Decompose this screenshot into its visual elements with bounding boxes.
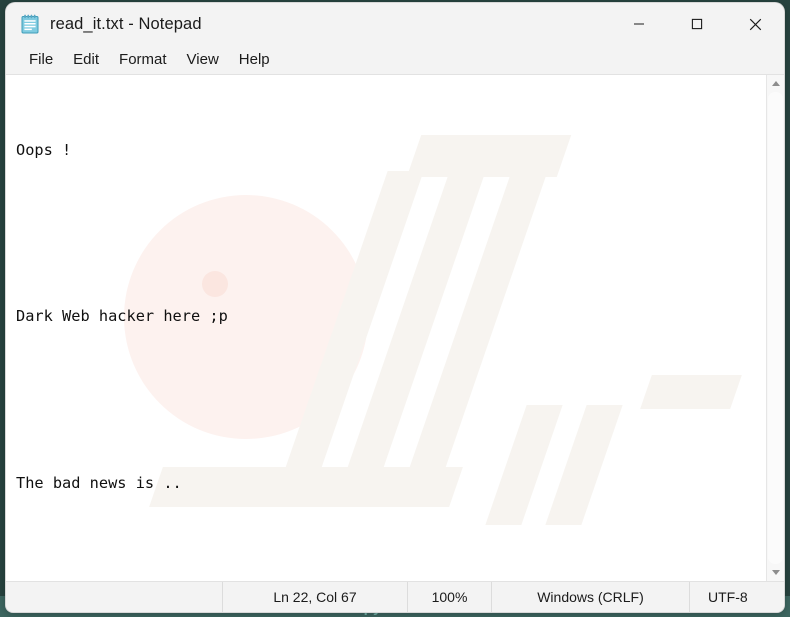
text-line: Dark Web hacker here ;p <box>16 307 228 326</box>
scroll-up-button[interactable] <box>767 75 784 92</box>
notepad-icon <box>21 14 39 34</box>
scroll-down-button[interactable] <box>767 564 784 581</box>
window-title: read_it.txt - Notepad <box>50 14 202 33</box>
window-controls <box>610 3 784 45</box>
text-line <box>16 387 766 415</box>
menu-item-format[interactable]: Format <box>109 48 177 71</box>
maximize-icon <box>691 18 703 30</box>
text-editor[interactable]: Oops ! Dark Web hacker here ;p The bad n… <box>6 75 766 581</box>
status-encoding[interactable]: UTF-8 <box>689 582 784 612</box>
text-line: The bad news is .. <box>16 474 182 493</box>
menu-item-view[interactable]: View <box>177 48 229 71</box>
menu-bar: File Edit Format View Help <box>6 45 784 74</box>
title-bar[interactable]: read_it.txt - Notepad <box>6 3 784 45</box>
maximize-button[interactable] <box>668 3 726 45</box>
scroll-up-icon <box>771 81 780 86</box>
status-spacer <box>6 582 222 612</box>
text-line <box>16 220 766 248</box>
editor-area: Oops ! Dark Web hacker here ;p The bad n… <box>6 74 784 581</box>
scroll-down-icon <box>771 570 780 575</box>
close-button[interactable] <box>726 3 784 45</box>
minimize-button[interactable] <box>610 3 668 45</box>
status-bar: Ln 22, Col 67 100% Windows (CRLF) UTF-8 <box>6 581 784 612</box>
scrollbar-thumb[interactable] <box>768 92 783 564</box>
menu-item-file[interactable]: File <box>19 48 63 71</box>
status-cursor-position[interactable]: Ln 22, Col 67 <box>222 582 407 612</box>
document-text: Oops ! Dark Web hacker here ;p The bad n… <box>16 81 766 581</box>
text-line <box>16 554 766 581</box>
notepad-window: read_it.txt - Notepad File Edit Format V… <box>6 3 784 612</box>
close-icon <box>749 18 761 30</box>
status-zoom-level[interactable]: 100% <box>407 582 491 612</box>
status-line-endings[interactable]: Windows (CRLF) <box>491 582 689 612</box>
menu-item-help[interactable]: Help <box>229 48 280 71</box>
text-line: Oops ! <box>16 140 72 159</box>
menu-item-edit[interactable]: Edit <box>63 48 109 71</box>
vertical-scrollbar[interactable] <box>766 75 784 581</box>
minimize-icon <box>634 23 644 25</box>
